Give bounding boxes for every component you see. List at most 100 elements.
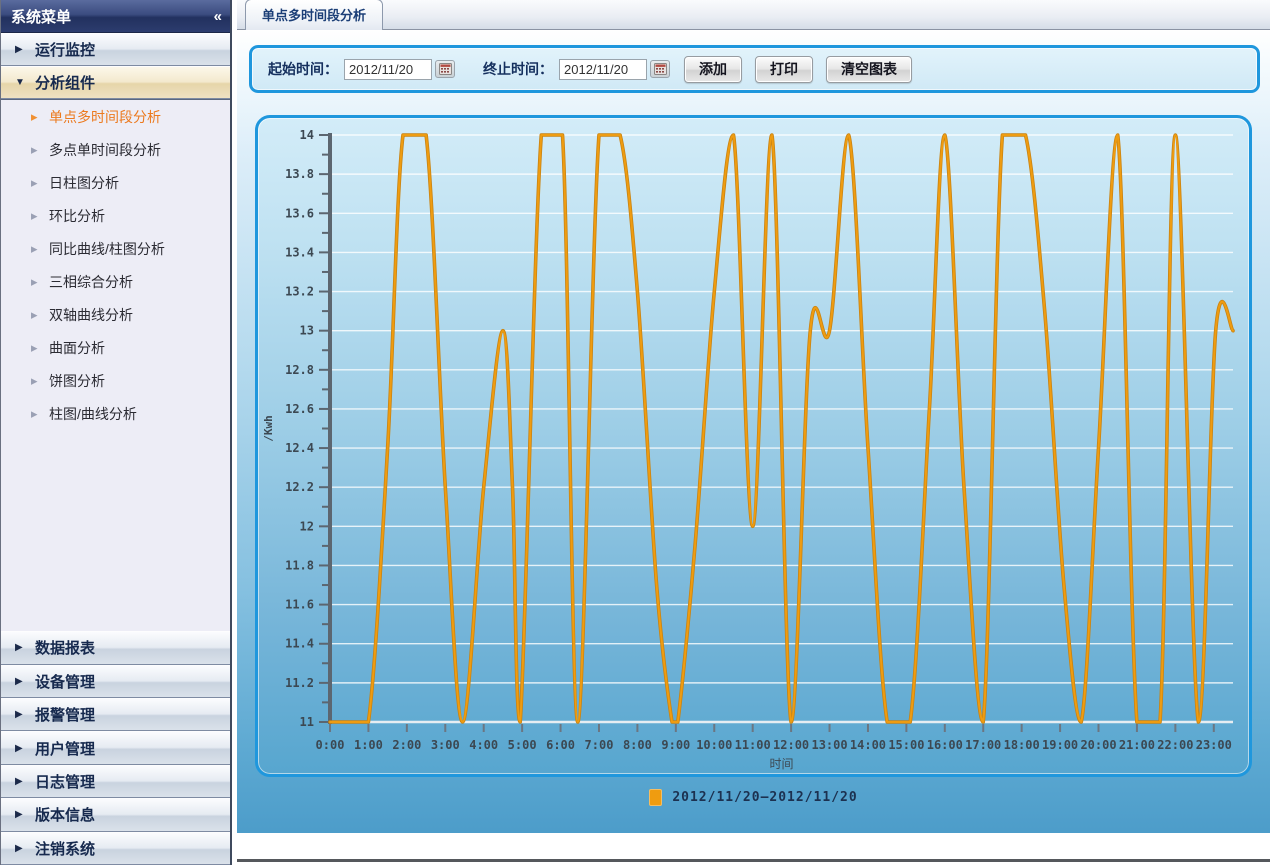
sidebar-item-device-management[interactable]: ▶ 设备管理 bbox=[1, 665, 230, 698]
svg-text:6:00: 6:00 bbox=[546, 738, 575, 752]
svg-text:1:00: 1:00 bbox=[354, 738, 383, 752]
svg-text:2:00: 2:00 bbox=[392, 738, 421, 752]
svg-text:11.2: 11.2 bbox=[285, 676, 314, 690]
sidebar-item-dual-axis-curve-analysis[interactable]: ▸ 双轴曲线分析 bbox=[1, 298, 230, 331]
start-date-input[interactable] bbox=[344, 59, 432, 80]
svg-text:13.8: 13.8 bbox=[285, 167, 314, 181]
sidebar-bottom-groups: ▶ 数据报表 ▶ 设备管理 ▶ 报警管理 ▶ 用户管理 ▶ 日志管理 ▶ 版本信… bbox=[1, 631, 230, 865]
svg-text:17:00: 17:00 bbox=[965, 738, 1001, 752]
sidebar-item-daily-bar-analysis[interactable]: ▸ 日柱图分析 bbox=[1, 166, 230, 199]
sidebar-item-logout-system[interactable]: ▶ 注销系统 bbox=[1, 832, 230, 865]
svg-text:12:00: 12:00 bbox=[773, 738, 809, 752]
sidebar-group-label: 用户管理 bbox=[35, 738, 95, 759]
sidebar-item-chain-ratio-analysis[interactable]: ▸ 环比分析 bbox=[1, 199, 230, 232]
sidebar-subitem-label: 三相综合分析 bbox=[49, 272, 133, 292]
svg-text:13:00: 13:00 bbox=[811, 738, 847, 752]
svg-text:13: 13 bbox=[300, 324, 314, 338]
sidebar-item-single-point-multi-period-analysis[interactable]: ▸ 单点多时间段分析 bbox=[1, 100, 230, 133]
triangle-right-icon: ▶ bbox=[15, 676, 25, 687]
svg-text:12.6: 12.6 bbox=[285, 402, 314, 416]
sidebar-title: 系统菜单 bbox=[11, 6, 71, 27]
svg-text:12.4: 12.4 bbox=[285, 441, 314, 455]
svg-text:14: 14 bbox=[300, 128, 314, 142]
svg-text:3:00: 3:00 bbox=[431, 738, 460, 752]
chevron-right-icon: ▸ bbox=[31, 175, 40, 191]
tabstrip: 单点多时间段分析 bbox=[237, 0, 1270, 30]
sidebar-item-surface-analysis[interactable]: ▸ 曲面分析 bbox=[1, 331, 230, 364]
triangle-right-icon: ▶ bbox=[15, 843, 25, 854]
svg-text:10:00: 10:00 bbox=[696, 738, 732, 752]
chevron-right-icon: ▸ bbox=[31, 208, 40, 224]
svg-text:11.4: 11.4 bbox=[285, 637, 314, 651]
triangle-right-icon: ▶ bbox=[15, 44, 25, 55]
svg-text:12.8: 12.8 bbox=[285, 363, 314, 377]
svg-text:11.8: 11.8 bbox=[285, 558, 314, 572]
chevron-right-icon: ▸ bbox=[31, 373, 40, 389]
svg-text:15:00: 15:00 bbox=[888, 738, 924, 752]
chevron-right-icon: ▸ bbox=[31, 109, 40, 125]
svg-text:/Kwh: /Kwh bbox=[262, 415, 275, 442]
svg-text:7:00: 7:00 bbox=[585, 738, 614, 752]
triangle-down-icon: ▼ bbox=[15, 77, 25, 88]
sidebar-group-label: 报警管理 bbox=[35, 704, 95, 725]
end-date-input[interactable] bbox=[559, 59, 647, 80]
sidebar-item-bar-curve-analysis[interactable]: ▸ 柱图/曲线分析 bbox=[1, 397, 230, 430]
sidebar-collapse-button[interactable]: « bbox=[214, 8, 220, 25]
clear-chart-button[interactable]: 清空图表 bbox=[826, 56, 912, 83]
svg-text:13.4: 13.4 bbox=[285, 245, 314, 259]
sidebar-item-multi-point-single-period-analysis[interactable]: ▸ 多点单时间段分析 bbox=[1, 133, 230, 166]
svg-text:0:00: 0:00 bbox=[316, 738, 345, 752]
svg-text:14:00: 14:00 bbox=[850, 738, 886, 752]
legend-swatch bbox=[649, 789, 662, 806]
sidebar-item-alarm-management[interactable]: ▶ 报警管理 bbox=[1, 698, 230, 731]
svg-text:21:00: 21:00 bbox=[1119, 738, 1155, 752]
sidebar-item-user-management[interactable]: ▶ 用户管理 bbox=[1, 731, 230, 764]
print-button[interactable]: 打印 bbox=[755, 56, 813, 83]
window-bottom-edge bbox=[237, 833, 1270, 862]
tab-single-point-multi-period-analysis[interactable]: 单点多时间段分析 bbox=[245, 0, 383, 30]
svg-text:13.6: 13.6 bbox=[285, 206, 314, 220]
sidebar-item-version-info[interactable]: ▶ 版本信息 bbox=[1, 798, 230, 831]
sidebar-subitem-label: 同比曲线/柱图分析 bbox=[49, 239, 165, 259]
analysis-submenu: ▸ 单点多时间段分析 ▸ 多点单时间段分析 ▸ 日柱图分析 ▸ 环比分析 ▸ 同… bbox=[1, 99, 230, 631]
sidebar-subitem-label: 柱图/曲线分析 bbox=[49, 404, 137, 424]
sidebar-group-label: 数据报表 bbox=[35, 637, 95, 658]
chart-legend: 2012/11/20—2012/11/20 bbox=[237, 789, 1270, 806]
sidebar-item-operation-monitoring[interactable]: ▶ 运行监控 bbox=[1, 33, 230, 66]
system-menu-sidebar: 系统菜单 « ▶ 运行监控 ▼ 分析组件 ▸ 单点多时间段分析 ▸ 多点单时间段… bbox=[1, 0, 232, 865]
sidebar-item-three-phase-analysis[interactable]: ▸ 三相综合分析 bbox=[1, 265, 230, 298]
sidebar-group-label: 分析组件 bbox=[35, 72, 95, 93]
triangle-right-icon: ▶ bbox=[15, 709, 25, 720]
content-surface: 起始时间： 终止时间： bbox=[237, 30, 1270, 833]
end-time-label: 终止时间： bbox=[483, 59, 553, 79]
sidebar-item-log-management[interactable]: ▶ 日志管理 bbox=[1, 765, 230, 798]
legend-label: 2012/11/20—2012/11/20 bbox=[672, 790, 857, 805]
sidebar-item-analysis-components[interactable]: ▼ 分析组件 bbox=[1, 66, 230, 99]
sidebar-subitem-label: 曲面分析 bbox=[49, 338, 105, 358]
svg-text:12: 12 bbox=[300, 519, 314, 533]
chevron-right-icon: ▸ bbox=[31, 340, 40, 356]
sidebar-item-yoy-curve-bar-analysis[interactable]: ▸ 同比曲线/柱图分析 bbox=[1, 232, 230, 265]
sidebar-group-label: 运行监控 bbox=[35, 39, 95, 60]
add-button[interactable]: 添加 bbox=[684, 56, 742, 83]
chevron-right-icon: ▸ bbox=[31, 241, 40, 257]
svg-text:20:00: 20:00 bbox=[1080, 738, 1116, 752]
sidebar-subitem-label: 日柱图分析 bbox=[49, 173, 119, 193]
sidebar-item-data-reports[interactable]: ▶ 数据报表 bbox=[1, 631, 230, 664]
calendar-icon[interactable] bbox=[435, 60, 455, 78]
svg-text:22:00: 22:00 bbox=[1157, 738, 1193, 752]
sidebar-subitem-label: 单点多时间段分析 bbox=[49, 107, 161, 127]
app-window: 系统菜单 « ▶ 运行监控 ▼ 分析组件 ▸ 单点多时间段分析 ▸ 多点单时间段… bbox=[0, 0, 1270, 865]
svg-text:时间: 时间 bbox=[769, 757, 793, 771]
svg-text:8:00: 8:00 bbox=[623, 738, 652, 752]
svg-text:19:00: 19:00 bbox=[1042, 738, 1078, 752]
sidebar-item-pie-analysis[interactable]: ▸ 饼图分析 bbox=[1, 364, 230, 397]
sidebar-subitem-label: 环比分析 bbox=[49, 206, 105, 226]
svg-text:18:00: 18:00 bbox=[1004, 738, 1040, 752]
sidebar-group-label: 设备管理 bbox=[35, 671, 95, 692]
sidebar-subitem-label: 饼图分析 bbox=[49, 371, 105, 391]
svg-text:11.6: 11.6 bbox=[285, 598, 314, 612]
svg-text:12.2: 12.2 bbox=[285, 480, 314, 494]
chevron-right-icon: ▸ bbox=[31, 406, 40, 422]
calendar-icon[interactable] bbox=[650, 60, 670, 78]
